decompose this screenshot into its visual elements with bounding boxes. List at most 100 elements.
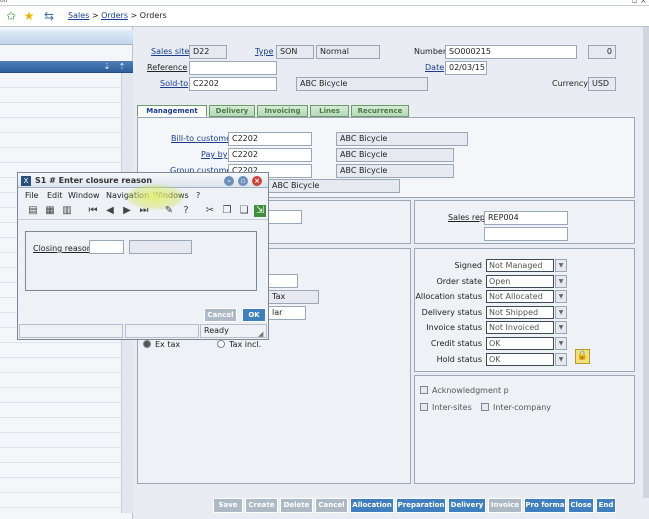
chevron-down-icon[interactable]: ▼: [555, 321, 567, 335]
favorite-star-icon[interactable]: ★: [22, 9, 36, 23]
paste-icon[interactable]: ❏: [238, 205, 250, 217]
first-record-icon[interactable]: ⏮: [87, 205, 99, 217]
sales-site-label[interactable]: Sales site: [151, 47, 189, 56]
date-label[interactable]: Date: [425, 63, 444, 72]
sales-rep-field[interactable]: REP004: [484, 211, 568, 225]
sales-site-field[interactable]: D22: [189, 45, 227, 59]
breadcrumb-separator: >: [130, 11, 138, 20]
breadcrumb-orders-link[interactable]: Orders: [101, 11, 128, 20]
menu-file[interactable]: File: [25, 191, 38, 200]
delivery-status-select[interactable]: Not Shipped: [486, 305, 554, 319]
lock-icon[interactable]: 🔒: [575, 349, 590, 364]
menu-help[interactable]: ?: [196, 191, 200, 200]
page-icon[interactable]: ▤: [27, 205, 39, 217]
resize-grip-icon[interactable]: ◢: [258, 330, 263, 338]
chevron-down-icon[interactable]: ▼: [555, 337, 567, 350]
closing-reason-field[interactable]: [89, 240, 124, 254]
date-field[interactable]: 02/03/15: [445, 61, 487, 75]
closing-reason-label: Closing reason: [33, 244, 92, 253]
window-controls[interactable]: ▫ ×: [632, 0, 647, 5]
payby-field[interactable]: C2202: [228, 148, 312, 162]
chevron-down-icon[interactable]: ▼: [555, 305, 567, 319]
end-button[interactable]: End: [596, 498, 616, 513]
delete-button[interactable]: Delete: [280, 498, 313, 513]
tab-recurrence[interactable]: Recurrence: [351, 105, 409, 117]
tab-management[interactable]: Management: [137, 105, 207, 117]
reference-field[interactable]: [189, 61, 277, 75]
number-extra-field: 0: [588, 45, 616, 59]
save-button[interactable]: Save: [213, 498, 243, 513]
currency-field[interactable]: USD: [588, 77, 616, 91]
type-label[interactable]: Type: [255, 47, 273, 56]
app-icon: X: [21, 176, 31, 186]
payby-label[interactable]: Pay by: [201, 150, 227, 159]
menu-window[interactable]: Window: [68, 191, 100, 200]
cancel-button[interactable]: Cancel: [315, 498, 348, 513]
preparation-button[interactable]: Preparation: [396, 498, 446, 513]
top-toolbar: ✩ ★ ⇆ Sales > Orders > Orders: [0, 6, 649, 27]
type-field[interactable]: SON: [276, 45, 314, 59]
allocation-status-select[interactable]: Not Allocated: [486, 290, 554, 304]
breadcrumb: Sales > Orders > Orders: [68, 11, 167, 20]
chevron-down-icon[interactable]: ▼: [555, 290, 567, 304]
tab-invoicing[interactable]: Invoicing: [257, 105, 308, 117]
delivery-button[interactable]: Delivery: [448, 498, 486, 513]
soldto-label[interactable]: Sold-to: [160, 79, 188, 88]
help-icon[interactable]: ?: [180, 205, 192, 217]
close-button[interactable]: Close: [568, 498, 594, 513]
soldto-field[interactable]: C2202: [189, 77, 277, 91]
signpost-icon[interactable]: ⇆: [42, 9, 56, 23]
intercompany-checkbox[interactable]: [481, 403, 489, 411]
copy-page-icon[interactable]: ▥: [61, 205, 73, 217]
extra-name: ABC Bicycle: [268, 179, 400, 193]
minimize-icon[interactable]: –: [224, 176, 234, 186]
billto-label[interactable]: Bill-to customer: [171, 134, 234, 143]
tab-lines[interactable]: Lines: [310, 105, 349, 117]
status-cell-1: [19, 324, 123, 338]
billto-field[interactable]: C2202: [228, 132, 312, 146]
expand-icon[interactable]: ⇣: [102, 62, 112, 72]
chevron-down-icon[interactable]: ▼: [555, 259, 567, 272]
credit-status-select[interactable]: OK: [486, 337, 554, 350]
intersites-checkbox[interactable]: [420, 403, 428, 411]
breadcrumb-current: Orders: [139, 11, 167, 20]
menu-edit[interactable]: Edit: [47, 191, 63, 200]
main-scrollbar[interactable]: [643, 27, 649, 498]
ack-checkbox[interactable]: [420, 386, 428, 394]
soldto-name: ABC Bicycle: [296, 77, 428, 91]
collapse-icon[interactable]: ⇡: [117, 62, 127, 72]
print-icon[interactable]: ▦: [44, 205, 56, 217]
last-record-icon[interactable]: ⏭: [138, 205, 150, 217]
allocation-button[interactable]: Allocation: [350, 498, 394, 513]
chevron-down-icon[interactable]: ▼: [555, 352, 567, 366]
next-record-icon[interactable]: ▶: [121, 205, 133, 217]
attachment-icon[interactable]: ✎: [163, 205, 175, 217]
left-panel-search-bar[interactable]: ⇣ ⇡: [0, 61, 133, 73]
cut-icon[interactable]: ✂: [204, 205, 216, 217]
previous-record-icon[interactable]: ◀: [104, 205, 116, 217]
number-label: Number: [414, 47, 447, 56]
maximize-icon[interactable]: ▫: [238, 176, 248, 186]
hold-status-select[interactable]: OK: [486, 352, 554, 366]
order-state-select[interactable]: Open: [486, 274, 554, 288]
copy-icon[interactable]: ❐: [221, 205, 233, 217]
closing-reason-desc: [129, 240, 192, 254]
number-field[interactable]: SO000215: [445, 45, 577, 59]
dialog-cancel-button[interactable]: Cancel: [204, 308, 237, 322]
tab-delivery[interactable]: Delivery: [209, 105, 255, 117]
create-button[interactable]: Create: [245, 498, 278, 513]
chevron-down-icon[interactable]: ▼: [555, 274, 567, 288]
breadcrumb-sales-link[interactable]: Sales: [68, 11, 89, 20]
type-description: Normal: [316, 45, 380, 59]
close-icon[interactable]: ×: [252, 176, 262, 186]
rep-left-field[interactable]: [268, 210, 302, 224]
export-icon[interactable]: ⇲: [254, 205, 266, 217]
dialog-ok-button[interactable]: OK: [242, 308, 266, 322]
intersites-label: Inter-sites: [432, 403, 472, 412]
invoice-button[interactable]: Invoice: [488, 498, 522, 513]
invoice-status-select[interactable]: Not Invoiced: [486, 321, 554, 335]
sales-rep-field-2[interactable]: [484, 227, 568, 241]
signed-select[interactable]: Not Managed: [486, 259, 554, 272]
pro-forma-button[interactable]: Pro forma: [524, 498, 566, 513]
star-outline-icon[interactable]: ✩: [4, 9, 18, 23]
